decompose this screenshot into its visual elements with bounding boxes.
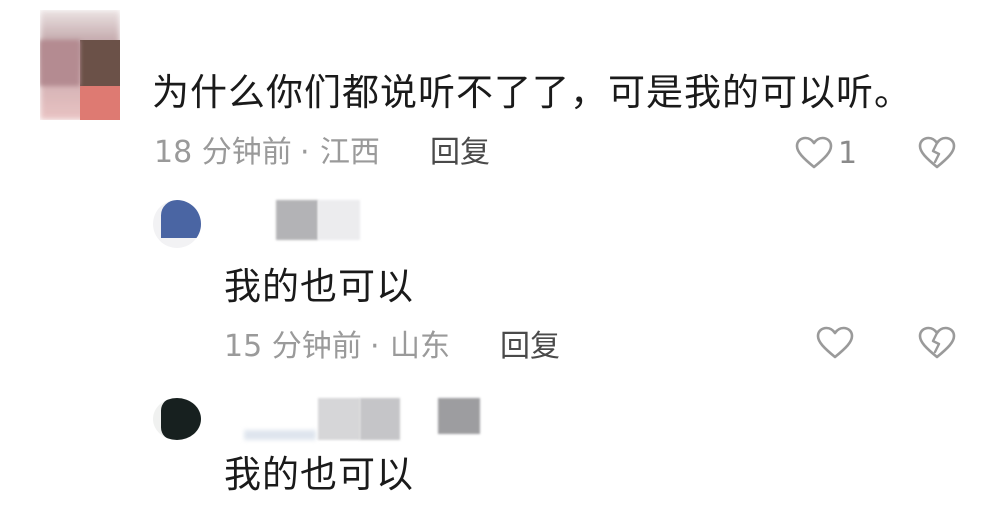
- username-redacted: [276, 200, 318, 240]
- comment-location: 江西: [320, 135, 380, 170]
- reply-text: 我的也可以: [224, 453, 414, 496]
- heart-outline-icon: [816, 326, 854, 359]
- username-redacted: [244, 430, 316, 440]
- meta-separator: ·: [300, 135, 310, 170]
- username-redacted: [318, 200, 360, 240]
- comment-time: 18 分钟前: [154, 135, 292, 170]
- comment-text: 为什么你们都说听不了了，可是我的可以听。: [152, 71, 912, 114]
- username-redacted: [318, 398, 360, 440]
- avatar[interactable]: [40, 10, 120, 120]
- comment-location: 山东: [390, 329, 450, 364]
- avatar[interactable]: [153, 200, 201, 248]
- dislike-button[interactable]: [918, 136, 958, 172]
- like-button[interactable]: [816, 326, 856, 362]
- username-redacted: [360, 398, 400, 440]
- like-button[interactable]: [795, 136, 835, 172]
- reply-text: 我的也可以: [224, 265, 414, 308]
- meta-separator: ·: [370, 329, 380, 364]
- dislike-button[interactable]: [918, 326, 958, 362]
- heart-outline-icon: [795, 136, 833, 169]
- username-redacted: [438, 398, 480, 434]
- avatar[interactable]: [153, 398, 201, 440]
- broken-heart-icon: [918, 326, 956, 359]
- reply-button[interactable]: 回复: [430, 138, 490, 168]
- reply-button[interactable]: 回复: [500, 332, 560, 362]
- broken-heart-icon: [918, 136, 956, 169]
- like-count: 1: [838, 136, 858, 171]
- comment-time: 15 分钟前: [224, 329, 362, 364]
